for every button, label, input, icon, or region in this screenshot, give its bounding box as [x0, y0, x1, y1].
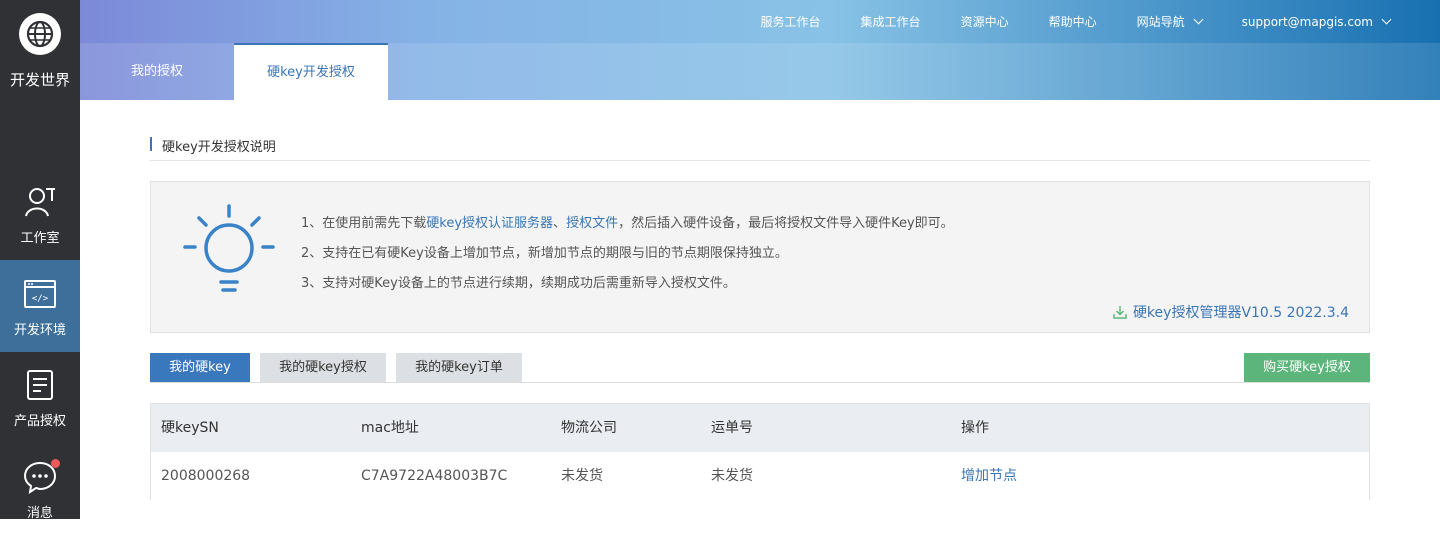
hardkey-table: 硬keySN mac地址 物流公司 运单号 操作 2008000268 C7A9… — [150, 403, 1370, 500]
section-title: 硬key开发授权说明 — [150, 135, 1370, 161]
sidebar-item-label: 工作室 — [20, 231, 60, 246]
table-header: 硬keySN mac地址 物流公司 运单号 操作 — [151, 404, 1369, 452]
tab-my-hardkey-license[interactable]: 我的硬key授权 — [260, 353, 386, 382]
tab-my-license[interactable]: 我的授权 — [80, 43, 234, 100]
cell-tracking: 未发货 — [711, 468, 753, 484]
download-license-file-link[interactable]: 授权文件 — [566, 216, 618, 231]
tab-my-hardkey-orders[interactable]: 我的硬key订单 — [396, 353, 522, 382]
header-sn: 硬keySN — [161, 420, 219, 436]
notification-dot — [51, 459, 60, 468]
chevron-down-icon — [1381, 14, 1392, 25]
header-logistics: 物流公司 — [561, 420, 617, 436]
nav-help-center[interactable]: 帮助中心 — [1049, 13, 1097, 30]
user-menu[interactable]: support@mapgis.com — [1241, 14, 1392, 29]
cell-logistics: 未发货 — [561, 468, 603, 484]
line1-suffix: ，然后插入硬件设备，最后将授权文件导入硬件Key即可。 — [618, 216, 954, 231]
table-row: 2008000268 C7A9722A48003B7C 未发货 未发货 增加节点 — [151, 452, 1369, 500]
header: 服务工作台 集成工作台 资源中心 帮助中心 网站导航 support@mapgi… — [80, 0, 1440, 100]
user-email: support@mapgis.com — [1241, 14, 1373, 29]
instructions: 1、在使用前需先下载硬key授权认证服务器、授权文件，然后插入硬件设备，最后将授… — [301, 212, 954, 302]
logo-text: 开发世界 — [9, 71, 70, 89]
sidebar-item-dev-env[interactable]: </> 开发环境 — [0, 260, 80, 352]
sidebar: 开发世界 工作室 </> 开发环境 产品授权 消息 — [0, 0, 80, 521]
globe-icon — [19, 13, 61, 55]
buy-hardkey-license-button[interactable]: 购买硬key授权 — [1244, 353, 1370, 382]
sidebar-item-messages[interactable]: 消息 — [0, 443, 80, 535]
tab-hardkey-license[interactable]: 硬key开发授权 — [234, 43, 388, 100]
instruction-line-1: 1、在使用前需先下载硬key授权认证服务器、授权文件，然后插入硬件设备，最后将授… — [301, 212, 954, 242]
studio-icon — [25, 188, 55, 217]
line1-separator: 、 — [553, 216, 567, 231]
nav-integration-workbench[interactable]: 集成工作台 — [861, 13, 921, 30]
nav-site-navigation[interactable]: 网站导航 — [1136, 13, 1204, 30]
chevron-down-icon — [1193, 14, 1204, 25]
nav-resource-center[interactable]: 资源中心 — [961, 13, 1009, 30]
download-manager-label: 硬key授权管理器V10.5 2022.3.4 — [1132, 305, 1349, 321]
info-panel: 1、在使用前需先下载硬key授权认证服务器、授权文件，然后插入硬件设备，最后将授… — [150, 181, 1370, 333]
logo[interactable]: 开发世界 — [0, 0, 80, 100]
tab-my-hardkey[interactable]: 我的硬key — [150, 353, 250, 382]
instruction-line-2: 2、支持在已有硬Key设备上增加节点，新增加节点的期限与旧的节点期限保持独立。 — [301, 246, 788, 261]
add-node-link[interactable]: 增加节点 — [961, 452, 1017, 500]
sidebar-item-license[interactable]: 产品授权 — [0, 351, 80, 443]
lightbulb-icon — [183, 204, 275, 292]
nav-site-navigation-label: 网站导航 — [1136, 15, 1185, 29]
instruction-line-3: 3、支持对硬Key设备上的节点进行续期，续期成功后需重新导入授权文件。 — [301, 276, 736, 291]
sidebar-item-label: 消息 — [26, 506, 53, 521]
key-tab-row: 我的硬key 我的硬key授权 我的硬key订单 购买硬key授权 — [150, 353, 1370, 383]
svg-text:</>: </> — [32, 294, 49, 304]
cell-sn: 2008000268 — [161, 468, 251, 484]
download-icon — [1113, 306, 1127, 319]
download-manager-link[interactable]: 硬key授权管理器V10.5 2022.3.4 — [1113, 302, 1349, 322]
header-tracking: 运单号 — [711, 420, 753, 436]
sidebar-item-label: 产品授权 — [13, 414, 66, 429]
license-scroll-icon — [27, 370, 53, 400]
nav-service-workbench[interactable]: 服务工作台 — [761, 13, 821, 30]
header-actions: 操作 — [961, 420, 989, 436]
code-window-icon: </> — [24, 280, 56, 308]
header-mac: mac地址 — [361, 420, 419, 436]
sidebar-item-label: 开发环境 — [13, 323, 66, 338]
sub-nav: 我的授权 硬key开发授权 — [80, 43, 1440, 100]
download-auth-server-link[interactable]: 硬key授权认证服务器 — [426, 216, 553, 231]
sidebar-item-studio[interactable]: 工作室 — [0, 168, 80, 260]
top-nav: 服务工作台 集成工作台 资源中心 帮助中心 网站导航 support@mapgi… — [721, 0, 1440, 43]
section-title-text: 硬key开发授权说明 — [162, 140, 276, 155]
title-accent-bar — [150, 137, 152, 151]
cell-mac: C7A9722A48003B7C — [361, 468, 508, 484]
line1-prefix: 1、在使用前需先下载 — [301, 216, 427, 231]
